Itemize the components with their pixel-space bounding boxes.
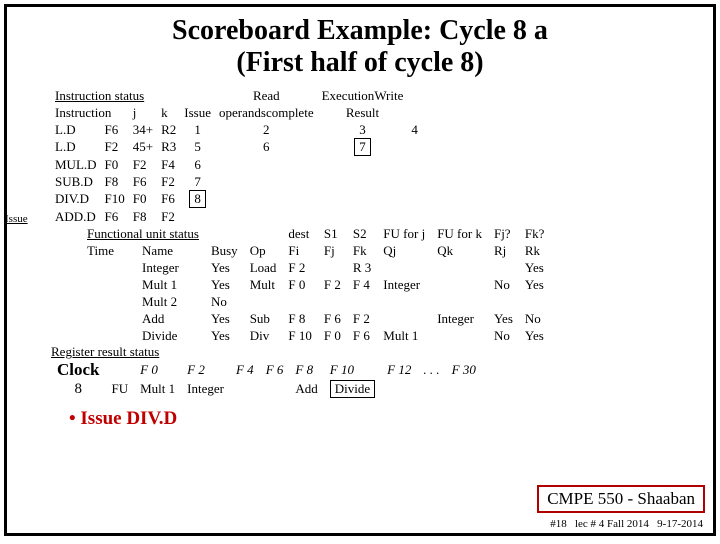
col-time: Time: [81, 242, 136, 259]
reg-col-value: [381, 380, 417, 398]
col-result: Result: [318, 104, 408, 121]
fu-row: Mult 2No: [81, 293, 550, 310]
fu-status-table: Functional unit status dest S1 S2 FU for…: [81, 225, 550, 344]
reg-col-value: [230, 380, 260, 398]
instr-row: ADD.DF6F8F2: [51, 208, 422, 225]
clock-value: 8: [51, 380, 106, 398]
col-k: k: [157, 104, 180, 121]
source-box: CMPE 550 - Shaaban: [537, 485, 705, 513]
col-rj: Rj: [488, 242, 519, 259]
reg-col-header: F 6: [260, 360, 290, 380]
fu-row: DivideYesDivF 10F 0F 6Mult 1NoYes: [81, 327, 550, 344]
col-issue: Issue: [180, 104, 215, 121]
col-instruction: Instruction: [51, 104, 129, 121]
footer-date: 9-17-2014: [657, 518, 703, 530]
col-rk: Rk: [519, 242, 551, 259]
reg-col-header: F 10: [324, 360, 381, 380]
reg-col-header: . . .: [417, 360, 445, 380]
col-fuk: FU for k: [431, 225, 488, 242]
col-fjq: Fj?: [488, 225, 519, 242]
col-qk: Qk: [431, 242, 488, 259]
col-dest: dest: [282, 225, 317, 242]
col-fi: Fi: [282, 242, 317, 259]
title-line1: Scoreboard Example: Cycle 8 a: [172, 15, 548, 46]
reg-col-value: Divide: [324, 380, 381, 398]
fu-status-header: Functional unit status: [81, 225, 205, 242]
col-j: j: [129, 104, 157, 121]
reg-col-header: F 12: [381, 360, 417, 380]
instr-row: L.DF634+R2 1234: [51, 121, 422, 138]
instr-row: SUB.DF8F6F2 7: [51, 173, 422, 190]
footer-slide: #18: [550, 518, 567, 530]
col-s1: S1: [318, 225, 347, 242]
content-area: Instruction status Read ExecutionWrite I…: [21, 87, 699, 430]
reg-col-header: F 8: [289, 360, 323, 380]
col-fk: Fk: [347, 242, 377, 259]
col-name: Name: [136, 242, 205, 259]
col-fuj: FU for j: [377, 225, 431, 242]
footer: #18 lec # 4 Fall 2014 9-17-2014: [550, 518, 703, 530]
slide-frame: Scoreboard Example: Cycle 8 a (First hal…: [4, 4, 716, 536]
issue-note-text: Issue DIV.D: [80, 408, 177, 429]
clock-label: Clock: [51, 360, 106, 380]
reg-col-header: F 30: [446, 360, 482, 380]
reg-status-header: Register result status: [51, 344, 699, 360]
col-s2: S2: [347, 225, 377, 242]
instr-status-header: Instruction status: [51, 87, 180, 104]
instr-row: MUL.DF0F2F4 6: [51, 156, 422, 173]
reg-col-value: [417, 380, 445, 398]
fu-row: Mult 1YesMultF 0F 2F 4IntegerNoYes: [81, 276, 550, 293]
col-op: Op: [244, 242, 283, 259]
col-busy: Busy: [205, 242, 244, 259]
issue-note: • Issue DIV.D: [69, 408, 699, 430]
reg-col-value: [260, 380, 290, 398]
reg-col-header: F 4: [230, 360, 260, 380]
col-qj: Qj: [377, 242, 431, 259]
bullet: •: [69, 408, 76, 429]
reg-status-table: Clock F 0F 2F 4F 6F 8F 10F 12. . .F 30 8…: [51, 360, 482, 398]
instr-row: L.DF245+R3 567: [51, 138, 422, 156]
footer-lec: lec # 4 Fall 2014: [575, 518, 649, 530]
col-operands: operands: [219, 105, 266, 120]
instr-row: DIV.DF10F0F6 8: [51, 190, 422, 208]
title-line2: (First half of cycle 8): [236, 47, 483, 78]
col-fkq: Fk?: [519, 225, 551, 242]
col-exec: Execution: [322, 88, 375, 103]
reg-col-value: Integer: [181, 380, 230, 398]
reg-col-value: [446, 380, 482, 398]
fu-label: FU: [106, 380, 135, 398]
fu-row: AddYesSubF 8F 6F 2IntegerYesNo: [81, 310, 550, 327]
fu-row: IntegerYesLoadF 2R 3Yes: [81, 259, 550, 276]
col-fj: Fj: [318, 242, 347, 259]
col-read: Read: [215, 87, 318, 104]
reg-col-value: Mult 1: [134, 380, 181, 398]
col-complete: complete: [266, 105, 314, 120]
slide-title: Scoreboard Example: Cycle 8 a (First hal…: [21, 15, 699, 79]
instruction-status-table: Instruction status Read ExecutionWrite I…: [51, 87, 422, 225]
reg-col-value: Add: [289, 380, 323, 398]
reg-col-header: F 2: [181, 360, 230, 380]
reg-col-header: F 0: [134, 360, 181, 380]
col-write: Write: [374, 88, 403, 103]
